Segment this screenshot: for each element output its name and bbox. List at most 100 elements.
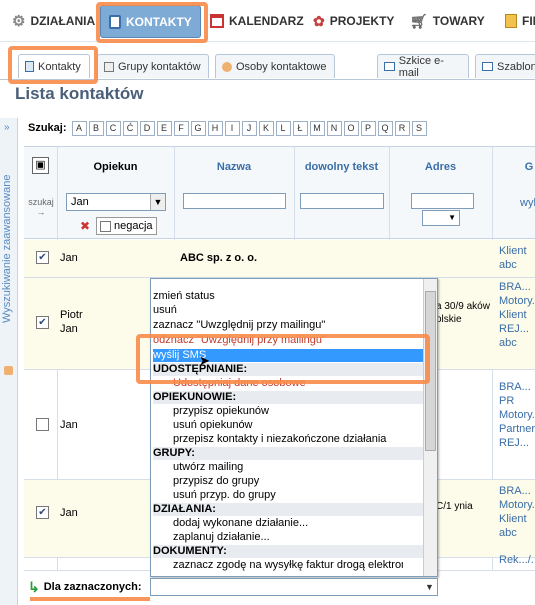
header-grupa[interactable]: G: [519, 161, 535, 173]
nav-kalendarz[interactable]: KALENDARZ: [210, 10, 304, 32]
letter-H[interactable]: H: [207, 120, 223, 136]
letter-Q[interactable]: Q: [377, 120, 393, 136]
nav-kontakty[interactable]: KONTAKTY: [100, 5, 201, 38]
search-label: Szukaj:: [28, 122, 67, 134]
letter-G[interactable]: G: [190, 120, 206, 136]
menu-item-wyslij-sms[interactable]: wyślij SMS: [153, 349, 423, 362]
menu-item-udostepniaj[interactable]: Udostępniaj dane osobowe: [153, 377, 423, 390]
letter-A[interactable]: A: [71, 120, 87, 136]
row-grupy[interactable]: BRA... Motory... Klient REJ... abc: [499, 280, 535, 350]
negacja-checkbox[interactable]: negacja: [96, 217, 157, 235]
chevron-down-icon: ▼: [425, 582, 434, 592]
select-all-icon[interactable]: ▣: [32, 157, 49, 174]
advanced-search-sidebar[interactable]: » Wyszukiwanie zaawansowane: [0, 118, 18, 605]
letter-D[interactable]: D: [139, 120, 155, 136]
menu-item-przypisz-do-grupy[interactable]: przypisz do grupy: [153, 475, 423, 488]
row-grupy[interactable]: Klient abc: [499, 244, 535, 272]
letter-O[interactable]: O: [343, 120, 359, 136]
letter-Lstroke[interactable]: Ł: [292, 120, 308, 136]
checkbox-box: [100, 220, 111, 232]
person-icon: [222, 61, 232, 72]
menu-item-przepisz-kontakty[interactable]: przepisz kontakty i niezakończone działa…: [153, 433, 423, 446]
menu-group-dokumenty: DOKUMENTY:: [153, 545, 423, 558]
dowolny-filter-input[interactable]: [300, 193, 384, 209]
bulk-action-select[interactable]: ▼: [150, 578, 438, 596]
clear-icon[interactable]: ✖: [80, 219, 90, 233]
nazwa-filter-input[interactable]: [183, 193, 286, 209]
nav-fin[interactable]: FIN: [505, 10, 535, 32]
contacts-icon: [109, 14, 121, 29]
highlight-bulk-label: [30, 597, 150, 601]
tab-szkice-email[interactable]: Szkice e-mail: [377, 54, 469, 79]
letter-M[interactable]: M: [309, 120, 325, 136]
tab-szablony[interactable]: Szablon: [475, 54, 535, 78]
letter-L[interactable]: L: [275, 120, 291, 136]
menu-item-usun-przyp-grupy[interactable]: usuń przyp. do grupy: [153, 489, 423, 502]
advanced-search-label: Wyszukiwanie zaawansowane: [1, 174, 13, 323]
header-opiekun[interactable]: Opiekun: [57, 161, 174, 173]
arrow-corner-icon: ↳: [28, 578, 40, 595]
row-nazwa[interactable]: ABC sp. z o. o.: [180, 252, 257, 264]
letter-C[interactable]: C: [105, 120, 121, 136]
row-opiekun: Jan: [60, 507, 78, 519]
scrollbar-thumb[interactable]: [425, 291, 436, 451]
row-opiekun: Jan: [60, 252, 78, 264]
cart-icon: 🛒︎: [410, 12, 428, 29]
tab-grupy-kontaktow[interactable]: Grupy kontaktów: [97, 54, 209, 78]
letter-J[interactable]: J: [241, 120, 257, 136]
menu-item-dodaj-dzialanie[interactable]: dodaj wykonane działanie...: [153, 517, 423, 530]
tab-osoby-kontaktowe[interactable]: Osoby kontaktowe: [215, 54, 335, 78]
menu-item-zmien-status[interactable]: zmień status: [153, 290, 423, 303]
letter-S[interactable]: S: [411, 120, 427, 136]
letter-N[interactable]: N: [326, 120, 342, 136]
menu-item-usun-opiekunow[interactable]: usuń opiekunów: [153, 419, 423, 432]
letter-F[interactable]: F: [173, 120, 189, 136]
header-nazwa[interactable]: Nazwa: [174, 161, 294, 173]
tab-kontakty[interactable]: Kontakty: [18, 54, 90, 78]
menu-item-usun[interactable]: usuń: [153, 304, 423, 317]
finance-icon: [505, 14, 517, 28]
bulk-actions-dropdown[interactable]: zmień status usuń zaznacz "Uwzględnij pr…: [150, 278, 438, 577]
menu-item-zaznacz-mailing[interactable]: zaznacz "Uwzględnij przy mailingu": [153, 319, 423, 332]
header-dowolny-tekst[interactable]: dowolny tekst: [299, 161, 384, 173]
grupa-filter-link[interactable]: wyb: [520, 197, 535, 209]
letter-K[interactable]: K: [258, 120, 274, 136]
wrench-icon: [4, 366, 13, 375]
groups-icon: [104, 61, 114, 72]
row-grupy[interactable]: BRA... Motory... Klient abc: [499, 484, 535, 540]
page-title: Lista kontaktów: [15, 84, 144, 103]
row-grupy[interactable]: BRA... PR Motory... Partner REJ...: [499, 380, 535, 450]
row-checkbox[interactable]: ✔: [36, 506, 49, 519]
adres-filter-select[interactable]: ▼: [422, 210, 460, 226]
row-grupy[interactable]: Rek.../...: [499, 554, 535, 566]
row-opiekun: Piotr Jan: [60, 309, 83, 335]
adres-filter-input[interactable]: [411, 193, 474, 209]
letter-E[interactable]: E: [156, 120, 172, 136]
letter-I[interactable]: I: [224, 120, 240, 136]
menu-item-zaplanuj-dzialanie[interactable]: zaplanuj działanie...: [153, 531, 423, 544]
letter-Cacute[interactable]: Ć: [122, 120, 138, 136]
row-checkbox[interactable]: ✔: [36, 251, 49, 264]
menu-item-przypisz-opiekunow[interactable]: przypisz opiekunów: [153, 405, 423, 418]
gear-icon: ⚙: [12, 13, 26, 30]
row-checkbox[interactable]: ✔: [36, 316, 49, 329]
menu-item-odznacz-mailing[interactable]: odznacz "Uwzględnij przy mailingu": [153, 334, 423, 347]
projects-icon: ✿: [313, 12, 325, 29]
menu-item-utworz-mailing[interactable]: utwórz mailing: [153, 461, 423, 474]
letter-R[interactable]: R: [394, 120, 410, 136]
letter-P[interactable]: P: [360, 120, 376, 136]
menu-group-udostepnianie: UDOSTĘPNIANIE:: [153, 363, 423, 376]
nav-projekty[interactable]: ✿ PROJEKTY: [313, 10, 394, 32]
table-row[interactable]: ✔ Jan ABC sp. z o. o. Klient abc: [24, 240, 535, 278]
nav-towary[interactable]: 🛒︎ TOWARY: [410, 10, 485, 32]
letter-B[interactable]: B: [88, 120, 104, 136]
menu-item-zgoda-faktury[interactable]: zaznacz zgodę na wysyłkę faktur drogą el…: [153, 559, 403, 572]
menu-group-opiekunowie: OPIEKUNOWIE:: [153, 391, 423, 404]
header-adres[interactable]: Adres: [389, 161, 492, 173]
row-adres: a 30/9 aków olskie: [436, 301, 490, 325]
menu-scrollbar[interactable]: [423, 279, 437, 576]
nav-dzialania[interactable]: ⚙ DZIAŁANIA: [12, 10, 95, 32]
opiekun-filter-select[interactable]: Jan ▼: [66, 193, 166, 211]
row-checkbox[interactable]: [36, 418, 49, 431]
chevron-down-icon: ▼: [150, 194, 165, 210]
